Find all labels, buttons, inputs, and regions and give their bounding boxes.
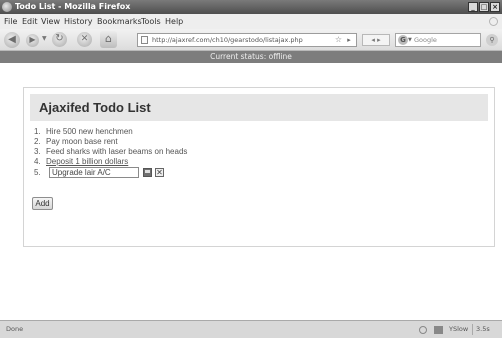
google-icon: G: [398, 35, 408, 45]
bookmark-star-icon[interactable]: ☆: [335, 34, 342, 46]
list-item[interactable]: 3. Feed sharks with laser beams on heads: [34, 147, 187, 157]
edit-item-input[interactable]: [49, 167, 139, 178]
load-time: 3.5s: [472, 324, 490, 335]
item-text-link[interactable]: Deposit 1 billion dollars: [46, 157, 128, 166]
minimize-button[interactable]: _: [468, 2, 478, 12]
url-text: http://ajaxref.com/ch10/gearstodo/listaj…: [152, 36, 303, 44]
list-item[interactable]: 2. Pay moon base rent: [34, 137, 187, 147]
menu-file[interactable]: File: [4, 17, 17, 26]
back-button[interactable]: ◀: [4, 32, 20, 48]
save-icon[interactable]: [143, 168, 152, 177]
history-dropdown-icon[interactable]: ▼: [42, 35, 47, 42]
menu-tools[interactable]: Tools: [141, 17, 161, 26]
item-number: 5.: [34, 168, 41, 177]
item-number: 1.: [34, 127, 41, 136]
window-titlebar: Todo List - Mozilla Firefox _ □ ×: [0, 0, 502, 14]
maximize-button[interactable]: □: [479, 2, 489, 12]
item-number: 2.: [34, 137, 41, 146]
search-engine-dropdown-icon[interactable]: ▼: [408, 34, 412, 46]
window-controls: _ □ ×: [468, 2, 500, 12]
search-input[interactable]: G ▼ Google: [395, 33, 481, 47]
history-arrows[interactable]: ◂ ▸: [362, 34, 390, 46]
window-title: Todo List - Mozilla Firefox: [15, 2, 131, 11]
todo-panel: Ajaxifed Todo List 1. Hire 500 new henchm…: [23, 87, 495, 247]
home-button[interactable]: ⌂: [100, 31, 117, 48]
menu-view[interactable]: View: [41, 17, 60, 26]
yslow-label[interactable]: YSlow: [446, 324, 468, 335]
status-bar: Done YSlow 3.5s: [0, 320, 502, 338]
url-bar[interactable]: http://ajaxref.com/ch10/gearstodo/listaj…: [137, 33, 357, 47]
item-number: 4.: [34, 157, 41, 166]
firefox-icon: [2, 2, 12, 12]
item-text: Hire 500 new henchmen: [46, 127, 133, 136]
status-text: Done: [6, 325, 24, 333]
menu-history[interactable]: History: [64, 17, 92, 26]
status-circle-icon: [419, 326, 427, 334]
item-number: 3.: [34, 147, 41, 156]
stop-button[interactable]: ✕: [77, 32, 92, 47]
go-icon[interactable]: ▸: [344, 35, 354, 45]
list-item[interactable]: 1. Hire 500 new henchmen: [34, 127, 187, 137]
add-button[interactable]: Add: [32, 197, 53, 210]
forward-button[interactable]: ▶: [26, 34, 39, 47]
item-text: Pay moon base rent: [46, 137, 118, 146]
yslow-icon[interactable]: [434, 326, 443, 334]
page-content: Ajaxifed Todo List 1. Hire 500 new henchm…: [0, 63, 502, 320]
todo-list: 1. Hire 500 new henchmen 2. Pay moon base …: [34, 127, 187, 167]
item-text: Feed sharks with laser beams on heads: [46, 147, 188, 156]
page-title: Ajaxifed Todo List: [39, 100, 151, 115]
menu-help[interactable]: Help: [165, 17, 183, 26]
close-button[interactable]: ×: [490, 2, 500, 12]
status-banner: Current status: offline: [0, 51, 502, 63]
menu-edit[interactable]: Edit: [22, 17, 38, 26]
menu-bar: File Edit View History Bookmarks Tools H…: [0, 14, 502, 29]
heading-bar: Ajaxifed Todo List: [30, 94, 488, 121]
search-icon[interactable]: ⚲: [486, 34, 498, 46]
list-item[interactable]: 4. Deposit 1 billion dollars: [34, 157, 187, 167]
navigation-toolbar: ◀ ▶ ▼ ↻ ✕ ⌂ http://ajaxref.com/ch10/gear…: [0, 29, 502, 51]
throbber-icon: [489, 17, 498, 26]
cancel-icon[interactable]: ✕: [155, 168, 164, 177]
search-placeholder: Google: [414, 36, 437, 44]
menu-bookmarks[interactable]: Bookmarks: [97, 17, 142, 26]
page-icon: [141, 36, 148, 44]
reload-button[interactable]: ↻: [52, 32, 67, 47]
